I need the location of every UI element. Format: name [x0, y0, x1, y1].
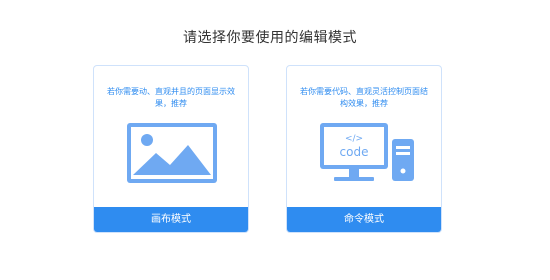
- image-icon: [127, 123, 217, 183]
- page-title: 请选择你要使用的编辑模式: [183, 30, 357, 46]
- code-tag-text: </>: [345, 134, 363, 144]
- canvas-mode-card[interactable]: 若你需要动、直观并且的页面显示效果，推荐 画布模式: [93, 65, 249, 233]
- canvas-mode-description: 若你需要动、直观并且的页面显示效果，推荐: [107, 87, 235, 108]
- command-mode-card[interactable]: 若你需要代码、直观灵活控制页面结构效果，推荐 </> code 命令模式: [286, 65, 442, 233]
- code-text: code: [340, 145, 369, 159]
- computer-code-icon: </> code: [320, 123, 414, 181]
- command-mode-description: 若你需要代码、直观灵活控制页面结构效果，推荐: [300, 87, 428, 108]
- command-mode-button[interactable]: 命令模式: [287, 207, 441, 232]
- canvas-mode-button[interactable]: 画布模式: [94, 207, 248, 232]
- mode-selection-page: 请选择你要使用的编辑模式 若你需要动、直观并且的页面显示效果，推荐 画布模式 若…: [0, 0, 550, 280]
